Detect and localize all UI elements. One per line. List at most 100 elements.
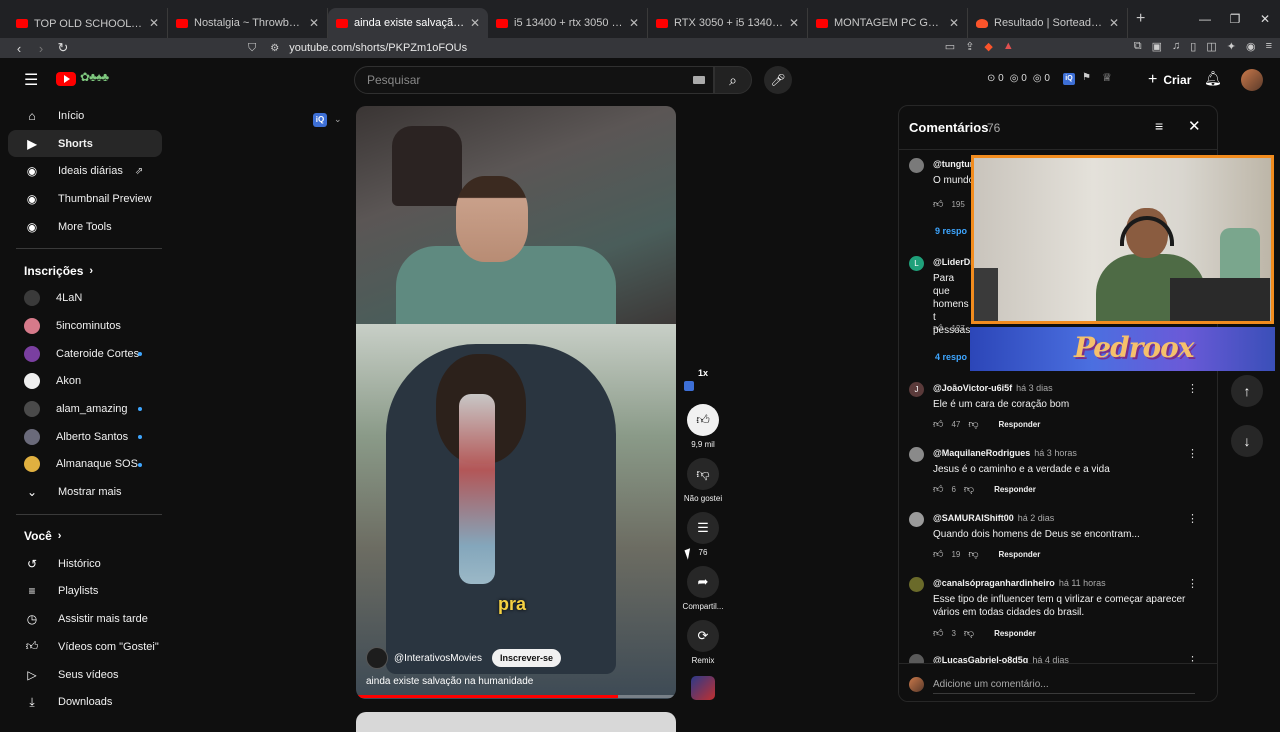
cast-icon[interactable]: ▭ [945, 40, 955, 53]
leo-icon[interactable]: ✦ [1227, 40, 1236, 53]
sidebar-item-more-tools[interactable]: ◉ More Tools [8, 213, 162, 241]
wallet-icon[interactable]: ◫ [1206, 40, 1216, 53]
thumbs-up-icon[interactable]: 👍︎ [933, 418, 943, 430]
share-button[interactable]: ➦ [687, 566, 719, 598]
thumbs-up-icon[interactable]: 👍︎ [933, 483, 943, 495]
site-info-icon[interactable]: ⚙ [270, 43, 279, 54]
view-replies-button[interactable]: 9 respo [935, 226, 967, 236]
comments-button[interactable]: ☰ [687, 512, 719, 544]
view-replies-button[interactable]: 4 respo [935, 352, 967, 362]
audio-thumbnail[interactable] [691, 676, 715, 700]
new-tab-icon[interactable]: + [1136, 10, 1145, 28]
reply-button[interactable]: Responder [994, 629, 1036, 638]
close-tab-icon[interactable]: ✕ [1105, 16, 1119, 30]
more-options-icon[interactable]: ⋮ [1187, 447, 1198, 460]
subscribe-button[interactable]: Inscrever-se [491, 649, 562, 667]
sidebar-item-shorts[interactable]: ▶ Shorts [8, 129, 162, 158]
sidebar-item-downloads[interactable]: ⤓ Downloads [8, 688, 162, 716]
minimize-icon[interactable]: — [1190, 0, 1220, 38]
thumbs-down-icon[interactable]: 👎︎ [968, 418, 978, 430]
sidebar-item-watch-later[interactable]: ◷ Assistir mais tarde [8, 605, 162, 633]
comment-author[interactable]: @MaquilaneRodrigues há 3 horas [933, 448, 1077, 458]
sidebar-item-liked-videos[interactable]: 👍︎ Vídeos com "Gostei" [8, 633, 162, 661]
subscriptions-header[interactable]: Inscrições › [8, 257, 162, 284]
address-bar[interactable]: ⛉ ⚙ youtube.com/shorts/PKPZm1oFOUs [248, 39, 1008, 57]
dislike-button[interactable]: 👎︎ [687, 458, 719, 490]
browser-tab[interactable]: i5 13400 + rtx 3050 benchmark - You✕ [488, 8, 648, 38]
close-tab-icon[interactable]: ✕ [785, 16, 799, 30]
short-video-player[interactable]: pra @InterativosMovies Inscrever-se aind… [356, 106, 676, 699]
keyboard-icon[interactable] [693, 76, 705, 84]
restore-icon[interactable]: ❐ [1220, 0, 1250, 38]
you-header[interactable]: Você › [8, 523, 162, 550]
url-text[interactable]: youtube.com/shorts/PKPZm1oFOUs [289, 42, 467, 54]
subscription-item[interactable]: Akon [8, 368, 162, 396]
comment-author[interactable]: @canalsópraganhardinheiro há 11 horas [933, 578, 1106, 588]
subscription-item[interactable]: 5incominutos [8, 312, 162, 340]
close-icon[interactable]: ✕ [1188, 117, 1201, 135]
channel-avatar[interactable] [366, 647, 388, 669]
vpn-icon[interactable]: ◉ [1246, 40, 1256, 53]
reply-button[interactable]: Responder [999, 420, 1041, 429]
subscription-item[interactable]: Almanaque SOS [8, 451, 162, 479]
close-tab-icon[interactable]: ✕ [466, 16, 480, 30]
reply-button[interactable]: Responder [999, 550, 1041, 559]
browser-tab-active[interactable]: ainda existe salvação na humanidade✕ [328, 8, 488, 38]
thumbs-up-icon[interactable]: 👍︎ [933, 322, 943, 334]
brave-shield-icon[interactable]: ◆ [984, 40, 992, 53]
subscription-item[interactable]: alam_amazing [8, 395, 162, 423]
comment-avatar[interactable]: L [909, 256, 924, 271]
user-avatar[interactable] [1241, 69, 1263, 91]
comment-author[interactable]: @SAMURAIShift00 há 2 dias [933, 513, 1054, 523]
thumbs-down-icon[interactable]: 👎︎ [964, 627, 974, 639]
browser-tab[interactable]: Resultado | Sorteador.com.br - O Site✕ [968, 8, 1128, 38]
hamburger-menu-icon[interactable]: ☰ [24, 70, 38, 90]
create-button[interactable]: + Criar [1138, 68, 1201, 92]
sidebar-item-your-videos[interactable]: ▷ Seus vídeos [8, 661, 162, 689]
notifications-bell-icon[interactable]: 🔔︎ [1204, 70, 1222, 87]
playback-speed[interactable]: 1x [696, 368, 710, 378]
iq-extension-icon[interactable]: iQ [313, 113, 327, 127]
next-short-preview[interactable] [356, 712, 676, 732]
browser-tab[interactable]: Nostalgia ~ Throwback R&B Classics✕ [168, 8, 328, 38]
comment-avatar[interactable] [909, 577, 924, 592]
close-tab-icon[interactable]: ✕ [625, 16, 639, 30]
tab-icon[interactable]: ▣ [1152, 40, 1162, 53]
like-button[interactable]: 👍︎ [687, 404, 719, 436]
comment-avatar[interactable] [909, 158, 924, 173]
sort-icon[interactable]: ≡ [1155, 118, 1163, 134]
close-tab-icon[interactable]: ✕ [305, 16, 319, 30]
more-options-icon[interactable]: ⋮ [1187, 382, 1198, 395]
comment-author[interactable]: @JoãoVictor-u6i5f há 3 dias [933, 383, 1053, 393]
comment-author[interactable]: @tungtun [933, 159, 975, 169]
sidebar-item-thumbnail-preview[interactable]: ◉ Thumbnail Preview [8, 185, 162, 213]
speed-extension-icon[interactable] [684, 381, 694, 391]
youtube-doodle-icon[interactable]: ✿♣♠♣ [80, 70, 109, 84]
thumbs-down-icon[interactable]: 👎︎ [964, 483, 974, 495]
thumbs-up-icon[interactable]: 👍︎ [933, 627, 943, 639]
voice-search-button[interactable]: 🎤︎ [764, 66, 792, 94]
share-icon[interactable]: ⇪ [965, 40, 974, 53]
subscription-item[interactable]: Cateroide Cortes [8, 340, 162, 368]
close-tab-icon[interactable]: ✕ [945, 16, 959, 30]
more-options-icon[interactable]: ⋮ [1187, 577, 1198, 590]
close-window-icon[interactable]: ✕ [1250, 0, 1280, 38]
sidebar-item-history[interactable]: ↺ Histórico [8, 550, 162, 578]
add-comment-input[interactable] [933, 676, 1195, 694]
sidebar-icon[interactable]: ▯ [1190, 40, 1196, 53]
comment-avatar[interactable]: J [909, 382, 924, 397]
chevron-down-icon[interactable]: ⌄ [334, 114, 342, 125]
menu-icon[interactable]: ≡ [1266, 40, 1272, 53]
thumbs-up-icon[interactable]: 👍︎ [933, 548, 943, 560]
flag-icon[interactable]: ⚑ [1082, 72, 1091, 83]
thumbs-down-icon[interactable]: 👎︎ [968, 548, 978, 560]
thumbs-up-icon[interactable]: 👍︎ [933, 198, 943, 210]
browser-tab[interactable]: RTX 3050 + i5 13400F - Test in 18 Games✕ [648, 8, 808, 38]
back-icon[interactable]: ‹ [8, 41, 30, 56]
next-short-button[interactable]: ↓ [1231, 425, 1263, 457]
forward-icon[interactable]: › [30, 41, 52, 56]
progress-bar[interactable] [356, 695, 676, 698]
media-icon[interactable]: ♫ [1172, 40, 1180, 53]
channel-name[interactable]: @InterativosMovies [394, 653, 482, 664]
search-input[interactable] [367, 73, 677, 87]
